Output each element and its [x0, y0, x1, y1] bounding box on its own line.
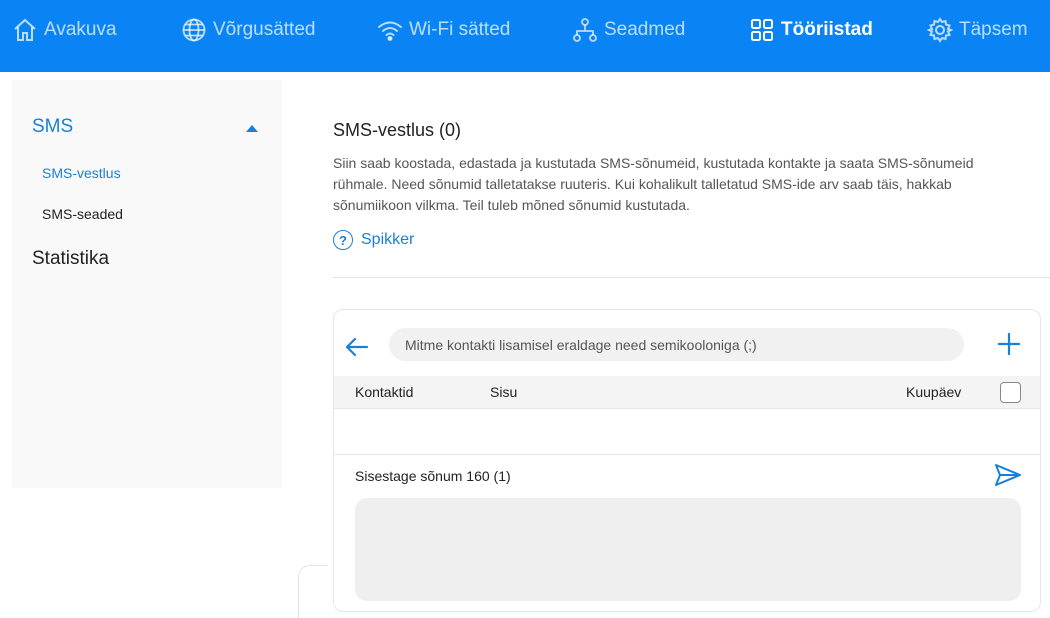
sidebar-group-sms[interactable]: SMS — [32, 116, 73, 138]
column-date: Kuupäev — [906, 384, 962, 400]
sidebar-item-sms-chat[interactable]: SMS-vestlus — [42, 165, 121, 181]
nav-devices-label: Seadmed — [604, 19, 686, 40]
tools-icon — [751, 19, 773, 41]
nav-wifi-label: Wi-Fi sätted — [409, 19, 511, 40]
sidebar-item-sms-settings-label: SMS-seaded — [42, 206, 123, 222]
page-description: Siin saab koostada, edastada ja kustutad… — [333, 155, 974, 213]
chevron-up-icon[interactable] — [245, 124, 259, 133]
message-textarea[interactable] — [355, 498, 1021, 601]
nav-tools[interactable]: Tööriistad — [749, 16, 873, 44]
globe-icon — [182, 18, 206, 42]
divider — [333, 277, 1050, 278]
main-content: SMS-vestlus (0) Siin saab koostada, edas… — [333, 120, 1033, 250]
help-link[interactable]: ? Spikker — [333, 230, 1033, 250]
nav-home[interactable]: Avakuva — [12, 16, 117, 44]
select-all-checkbox[interactable] — [1000, 382, 1021, 403]
nav-network-label: Võrgusätted — [213, 19, 316, 40]
nav-advanced-label: Täpsem — [959, 19, 1028, 40]
sidebar: SMS SMS-vestlus SMS-seaded Statistika — [12, 80, 282, 488]
sidebar-item-sms-chat-label: SMS-vestlus — [42, 165, 121, 181]
sms-chat-panel: Kontaktid Sisu Kuupäev Sisestage sõnum 1… — [333, 309, 1041, 612]
sidebar-item-sms-settings[interactable]: SMS-seaded — [42, 206, 123, 222]
message-label: Sisestage sõnum 160 (1) — [355, 468, 511, 484]
contact-input[interactable] — [389, 328, 964, 361]
column-contacts: Kontaktid — [355, 384, 414, 400]
table-header: Kontaktid Sisu Kuupäev — [334, 376, 1040, 409]
nav-devices[interactable]: Seadmed — [572, 16, 685, 44]
sidebar-group-statistics[interactable]: Statistika — [32, 248, 109, 270]
send-icon[interactable] — [994, 463, 1022, 487]
devices-icon — [573, 18, 597, 42]
arrow-left-icon[interactable] — [344, 334, 370, 360]
nav-advanced[interactable]: Täpsem — [927, 16, 1028, 44]
help-icon: ? — [333, 230, 353, 250]
home-icon — [14, 18, 36, 41]
nav-home-label: Avakuva — [44, 19, 117, 40]
plus-icon[interactable] — [996, 331, 1022, 357]
gear-icon — [927, 17, 953, 43]
nav-wifi-settings[interactable]: Wi-Fi sätted — [377, 16, 510, 44]
wifi-icon — [378, 21, 402, 41]
top-navigation: Avakuva Võrgusätted Wi-Fi sätted Seadmed… — [0, 0, 1050, 72]
sidebar-group-statistics-label: Statistika — [32, 248, 110, 269]
column-content: Sisu — [490, 384, 518, 400]
table-body — [334, 410, 1040, 455]
help-link-label: Spikker — [361, 231, 415, 248]
nav-tools-label: Tööriistad — [781, 19, 873, 40]
decorative-corner — [298, 565, 328, 618]
page-title: SMS-vestlus (0) — [333, 120, 462, 140]
sidebar-group-sms-label: SMS — [32, 116, 74, 137]
nav-network-settings[interactable]: Võrgusätted — [181, 16, 315, 44]
